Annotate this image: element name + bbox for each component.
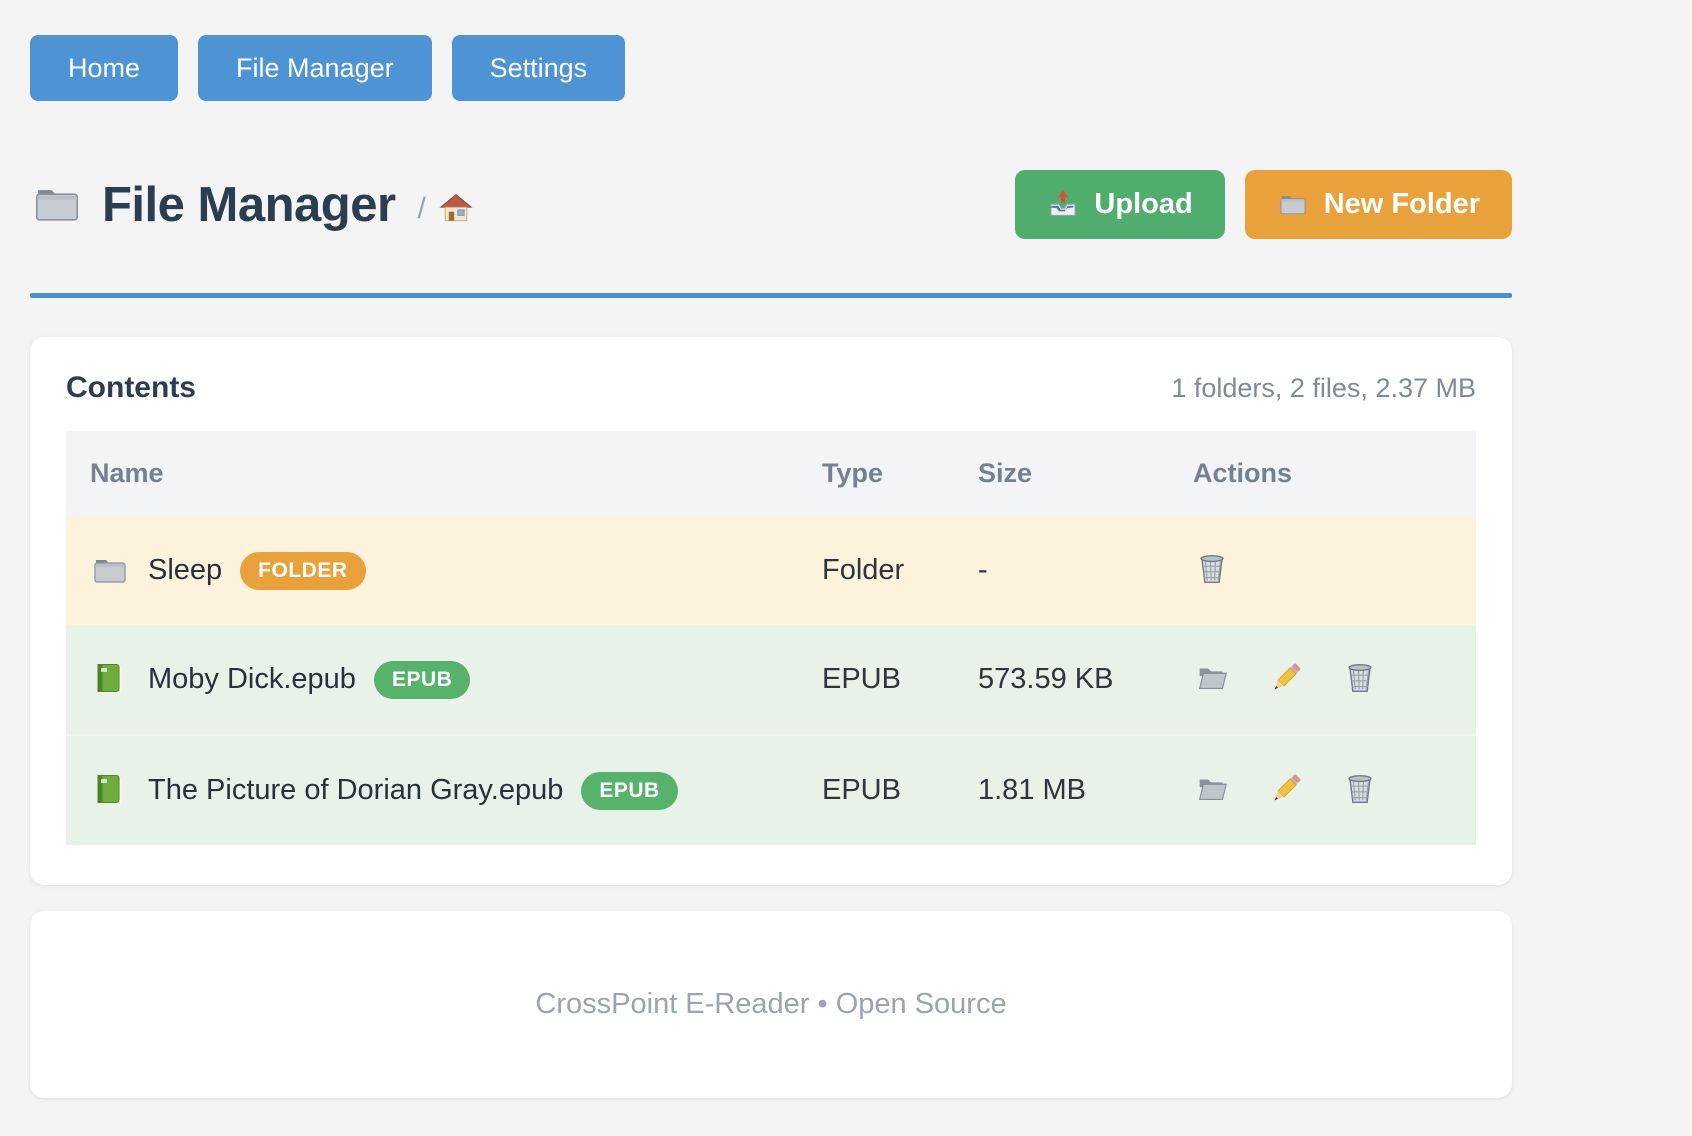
page-title: File Manager bbox=[102, 177, 396, 233]
actions-cell bbox=[1193, 550, 1476, 591]
header-divider bbox=[30, 293, 1512, 298]
table-row[interactable]: The Picture of Dorian Gray.epubEPUBEPUB1… bbox=[66, 735, 1476, 845]
header-actions: Upload New Folder bbox=[1015, 170, 1512, 239]
book-icon bbox=[90, 660, 130, 700]
file-size: 573.59 KB bbox=[954, 625, 1169, 735]
open-action-button[interactable] bbox=[1193, 659, 1231, 700]
table-header-row: Name Type Size Actions bbox=[66, 431, 1476, 516]
delete-action-button[interactable] bbox=[1341, 659, 1379, 700]
table-row[interactable]: Sleep FOLDER Folder- bbox=[66, 516, 1476, 625]
home-icon[interactable] bbox=[438, 191, 474, 227]
actions-cell bbox=[1193, 770, 1476, 811]
file-name: Moby Dick.epub bbox=[148, 663, 356, 696]
files-table: Name Type Size Actions Sleep FOLDER Folder… bbox=[66, 431, 1476, 845]
contents-summary: 1 folders, 2 files, 2.37 MB bbox=[1171, 373, 1476, 404]
file-name: The Picture of Dorian Gray.epub bbox=[148, 774, 563, 807]
new-folder-button[interactable]: New Folder bbox=[1245, 170, 1512, 239]
folder-icon bbox=[90, 551, 130, 591]
type-badge: EPUB bbox=[374, 661, 470, 699]
folder-icon bbox=[30, 178, 84, 232]
trash-icon bbox=[1341, 770, 1379, 808]
actions-cell bbox=[1193, 659, 1476, 700]
file-name: Sleep bbox=[148, 554, 222, 587]
upload-icon bbox=[1047, 189, 1079, 221]
open-action-button[interactable] bbox=[1193, 770, 1231, 811]
folder-icon bbox=[1277, 189, 1309, 221]
column-header-size: Size bbox=[954, 431, 1169, 516]
file-size: - bbox=[954, 516, 1169, 625]
name-cell: Sleep FOLDER bbox=[90, 551, 798, 591]
name-cell: Moby Dick.epub EPUB bbox=[90, 660, 798, 700]
contents-card: Contents 1 folders, 2 files, 2.37 MB Nam… bbox=[30, 337, 1512, 885]
book-icon bbox=[90, 771, 130, 811]
column-header-name: Name bbox=[66, 431, 798, 516]
page-header: File Manager / Upload New Folder bbox=[30, 170, 1512, 239]
type-badge: FOLDER bbox=[240, 552, 365, 590]
type-badge: EPUB bbox=[581, 772, 677, 810]
nav-settings-button[interactable]: Settings bbox=[452, 35, 626, 101]
title-group: File Manager / bbox=[30, 177, 474, 233]
trash-icon bbox=[1193, 550, 1231, 588]
rename-action-button[interactable] bbox=[1267, 659, 1305, 700]
trash-icon bbox=[1341, 659, 1379, 697]
delete-action-button[interactable] bbox=[1193, 550, 1231, 591]
file-size: 1.81 MB bbox=[954, 735, 1169, 845]
column-header-actions: Actions bbox=[1169, 431, 1476, 516]
top-nav: Home File Manager Settings bbox=[30, 0, 1512, 101]
name-cell: The Picture of Dorian Gray.epub EPUB bbox=[90, 771, 798, 811]
footer-text: CrossPoint E-Reader • Open Source bbox=[535, 988, 1006, 1021]
delete-action-button[interactable] bbox=[1341, 770, 1379, 811]
contents-title: Contents bbox=[66, 371, 196, 405]
file-type: Folder bbox=[798, 516, 954, 625]
open-folder-icon bbox=[1193, 770, 1231, 808]
pencil-icon bbox=[1267, 770, 1305, 808]
file-type: EPUB bbox=[798, 625, 954, 735]
new-folder-button-label: New Folder bbox=[1324, 188, 1480, 221]
footer-card: CrossPoint E-Reader • Open Source bbox=[30, 911, 1512, 1098]
upload-button-label: Upload bbox=[1094, 188, 1192, 221]
table-row[interactable]: Moby Dick.epubEPUBEPUB573.59 KB bbox=[66, 625, 1476, 735]
nav-home-button[interactable]: Home bbox=[30, 35, 178, 101]
column-header-type: Type bbox=[798, 431, 954, 516]
contents-card-head: Contents 1 folders, 2 files, 2.37 MB bbox=[66, 371, 1476, 405]
app-container: Home File Manager Settings File Manager … bbox=[30, 0, 1512, 1098]
rename-action-button[interactable] bbox=[1267, 770, 1305, 811]
pencil-icon bbox=[1267, 659, 1305, 697]
open-folder-icon bbox=[1193, 659, 1231, 697]
upload-button[interactable]: Upload bbox=[1015, 170, 1224, 239]
nav-file-manager-button[interactable]: File Manager bbox=[198, 35, 432, 101]
file-type: EPUB bbox=[798, 735, 954, 845]
breadcrumb-separator: / bbox=[418, 192, 426, 226]
